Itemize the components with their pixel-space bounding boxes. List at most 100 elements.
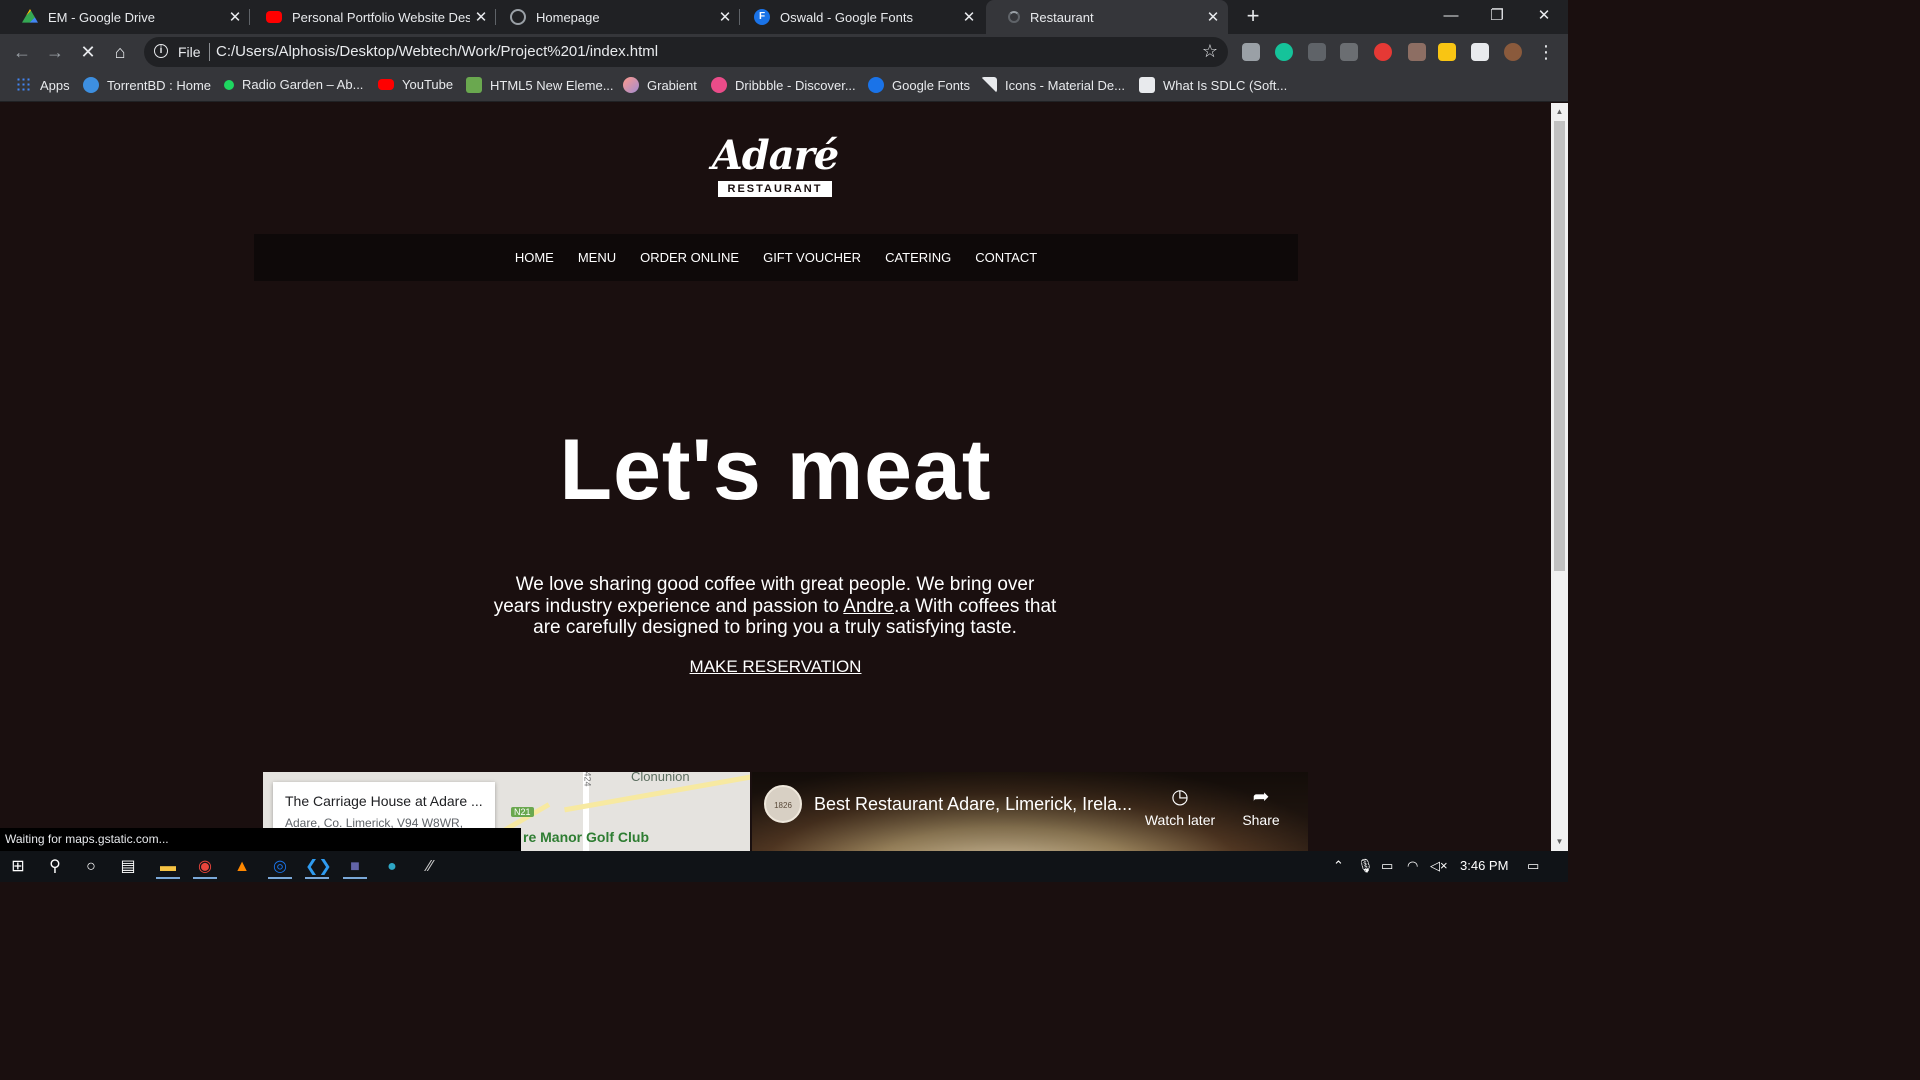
profile-avatar[interactable]: [1504, 43, 1522, 61]
pen-extension-icon[interactable]: [1408, 43, 1426, 61]
radio-garden-icon: [224, 79, 234, 90]
home-icon[interactable]: ⌂: [108, 40, 132, 64]
tray-expand-icon[interactable]: ⌃: [1333, 858, 1344, 874]
channel-avatar[interactable]: 1826: [764, 785, 802, 823]
scroll-up-icon[interactable]: ▲: [1555, 107, 1564, 116]
page-viewport: Adaré RESTAURANT HOME MENU ORDER ONLINE …: [0, 103, 1551, 851]
tab-restaurant[interactable]: Restaurant ✕: [986, 0, 1228, 34]
vlc-icon[interactable]: ▲: [230, 855, 254, 879]
nav-order-online[interactable]: ORDER ONLINE: [640, 250, 739, 265]
extensions-puzzle-icon[interactable]: [1471, 43, 1489, 61]
google-fonts-icon: F: [754, 9, 770, 25]
divider: [209, 43, 210, 61]
share-button[interactable]: ➦ Share: [1221, 786, 1301, 828]
camera-extension-icon[interactable]: [1242, 43, 1260, 61]
bookmark-torrentbd[interactable]: TorrentBD : Home: [83, 77, 211, 93]
windows-start-icon[interactable]: ⊞: [6, 855, 30, 879]
task-view-icon[interactable]: ▤: [116, 855, 140, 879]
pdf-extension-icon[interactable]: [1340, 43, 1358, 61]
minimize-icon[interactable]: —: [1428, 0, 1474, 32]
bookmark-star-icon[interactable]: ☆: [1202, 41, 1218, 62]
watch-later-button[interactable]: ◷ Watch later: [1140, 786, 1220, 828]
tab-title: Restaurant: [1030, 9, 1094, 25]
video-title[interactable]: Best Restaurant Adare, Limerick, Irela..…: [814, 794, 1132, 815]
back-arrow-icon[interactable]: ←: [10, 40, 34, 64]
bookmark-label: HTML5 New Eleme...: [490, 77, 614, 93]
file-explorer-icon[interactable]: ▬: [156, 855, 180, 879]
battery-icon[interactable]: ▭: [1381, 858, 1393, 874]
wifi-icon[interactable]: ◠: [1407, 858, 1418, 874]
google-drive-icon: [22, 9, 38, 23]
cortana-icon[interactable]: ○: [79, 855, 103, 879]
share-label: Share: [1242, 812, 1280, 828]
restore-icon[interactable]: ❐: [1474, 0, 1520, 32]
bookmark-google-fonts[interactable]: Google Fonts: [868, 77, 970, 93]
scheme-label: File: [178, 44, 201, 60]
close-tab-icon[interactable]: ✕: [224, 8, 246, 26]
adblock-icon[interactable]: [1374, 43, 1392, 61]
grabient-icon: [623, 77, 639, 93]
youtube-icon: [266, 11, 282, 23]
info-icon[interactable]: i: [154, 44, 168, 58]
logo-wordmark: Adaré: [711, 132, 839, 179]
address-bar[interactable]: i File C:/Users/Alphosis/Desktop/Webtech…: [144, 37, 1228, 67]
bookmark-material-icons[interactable]: Icons - Material De...: [981, 77, 1125, 93]
bookmark-html5[interactable]: HTML5 New Eleme...: [466, 77, 614, 93]
bookmark-radio-garden[interactable]: Radio Garden – Ab...: [221, 77, 363, 92]
nav-catering[interactable]: CATERING: [885, 250, 951, 265]
new-tab-button[interactable]: +: [1241, 4, 1265, 28]
tab-portfolio[interactable]: Personal Portfolio Website Design ✕: [244, 0, 496, 34]
stop-loading-icon[interactable]: ✕: [76, 40, 100, 64]
restaurant-logo[interactable]: Adaré RESTAURANT: [700, 133, 850, 197]
bookmark-youtube[interactable]: YouTube: [378, 77, 453, 92]
bookmark-apps[interactable]: Apps: [16, 77, 70, 93]
nav-menu[interactable]: MENU: [578, 250, 616, 265]
notifications-icon[interactable]: ▭: [1527, 858, 1539, 874]
status-bubble: Waiting for maps.gstatic.com...: [0, 828, 521, 851]
nav-contact[interactable]: CONTACT: [975, 250, 1037, 265]
volume-muted-icon[interactable]: ◁×: [1430, 858, 1448, 874]
clock-time[interactable]: 3:46 PM: [1460, 858, 1508, 873]
download-extension-icon[interactable]: [1308, 43, 1326, 61]
dribbble-icon: [711, 77, 727, 93]
forward-arrow-icon[interactable]: →: [43, 40, 67, 64]
make-reservation-link[interactable]: MAKE RESERVATION: [690, 657, 862, 676]
globe-icon: [510, 9, 526, 25]
bookmark-label: YouTube: [402, 77, 454, 92]
tab-homepage[interactable]: Homepage ✕: [488, 0, 740, 34]
bookmark-dribbble[interactable]: Dribbble - Discover...: [711, 77, 856, 93]
material-icon: [981, 77, 997, 93]
andre-link[interactable]: Andre: [843, 596, 894, 617]
close-tab-icon[interactable]: ✕: [958, 8, 980, 26]
tab-google-fonts[interactable]: F Oswald - Google Fonts ✕: [732, 0, 984, 34]
youtube-video-embed[interactable]: 1826 Best Restaurant Adare, Limerick, Ir…: [752, 772, 1308, 851]
close-tab-icon[interactable]: ✕: [1202, 8, 1224, 26]
teams-icon[interactable]: ■: [343, 855, 367, 879]
microphone-icon[interactable]: 🎙: [1357, 858, 1374, 874]
scrollbar-thumb[interactable]: [1554, 121, 1565, 571]
page-scrollbar[interactable]: ▲ ▼: [1551, 103, 1568, 851]
highlighter-extension-icon[interactable]: [1438, 43, 1456, 61]
menu-kebab-icon[interactable]: ⋮: [1534, 40, 1558, 64]
chrome-icon[interactable]: ◉: [193, 855, 217, 879]
bookmark-label: Google Fonts: [892, 77, 971, 93]
browser-toolbar: ← → ✕ ⌂ i File C:/Users/Alphosis/Desktop…: [0, 34, 1568, 70]
edge-icon[interactable]: ●: [380, 855, 404, 879]
app-icon[interactable]: ⁄⁄: [418, 855, 442, 879]
nav-home[interactable]: HOME: [515, 250, 554, 265]
grammarly-icon[interactable]: [1275, 43, 1293, 61]
tab-google-drive[interactable]: EM - Google Drive ✕: [0, 0, 250, 34]
tab-title: Oswald - Google Fonts: [780, 9, 913, 25]
vscode-icon[interactable]: ❮❯: [305, 855, 332, 879]
scroll-down-icon[interactable]: ▼: [1555, 837, 1564, 846]
map-label-town: Clonunion: [631, 772, 690, 784]
bookmark-label: Radio Garden – Ab...: [242, 77, 364, 92]
clock-icon: ◷: [1171, 786, 1189, 808]
url-text[interactable]: C:/Users/Alphosis/Desktop/Webtech/Work/P…: [216, 43, 658, 60]
search-icon[interactable]: ⚲: [43, 855, 67, 879]
teamviewer-icon[interactable]: ◎: [268, 855, 292, 879]
close-window-icon[interactable]: ✕: [1521, 0, 1567, 32]
bookmark-grabient[interactable]: Grabient: [623, 77, 697, 93]
nav-gift-voucher[interactable]: GIFT VOUCHER: [763, 250, 861, 265]
bookmark-sdlc[interactable]: What Is SDLC (Soft...: [1139, 77, 1287, 93]
